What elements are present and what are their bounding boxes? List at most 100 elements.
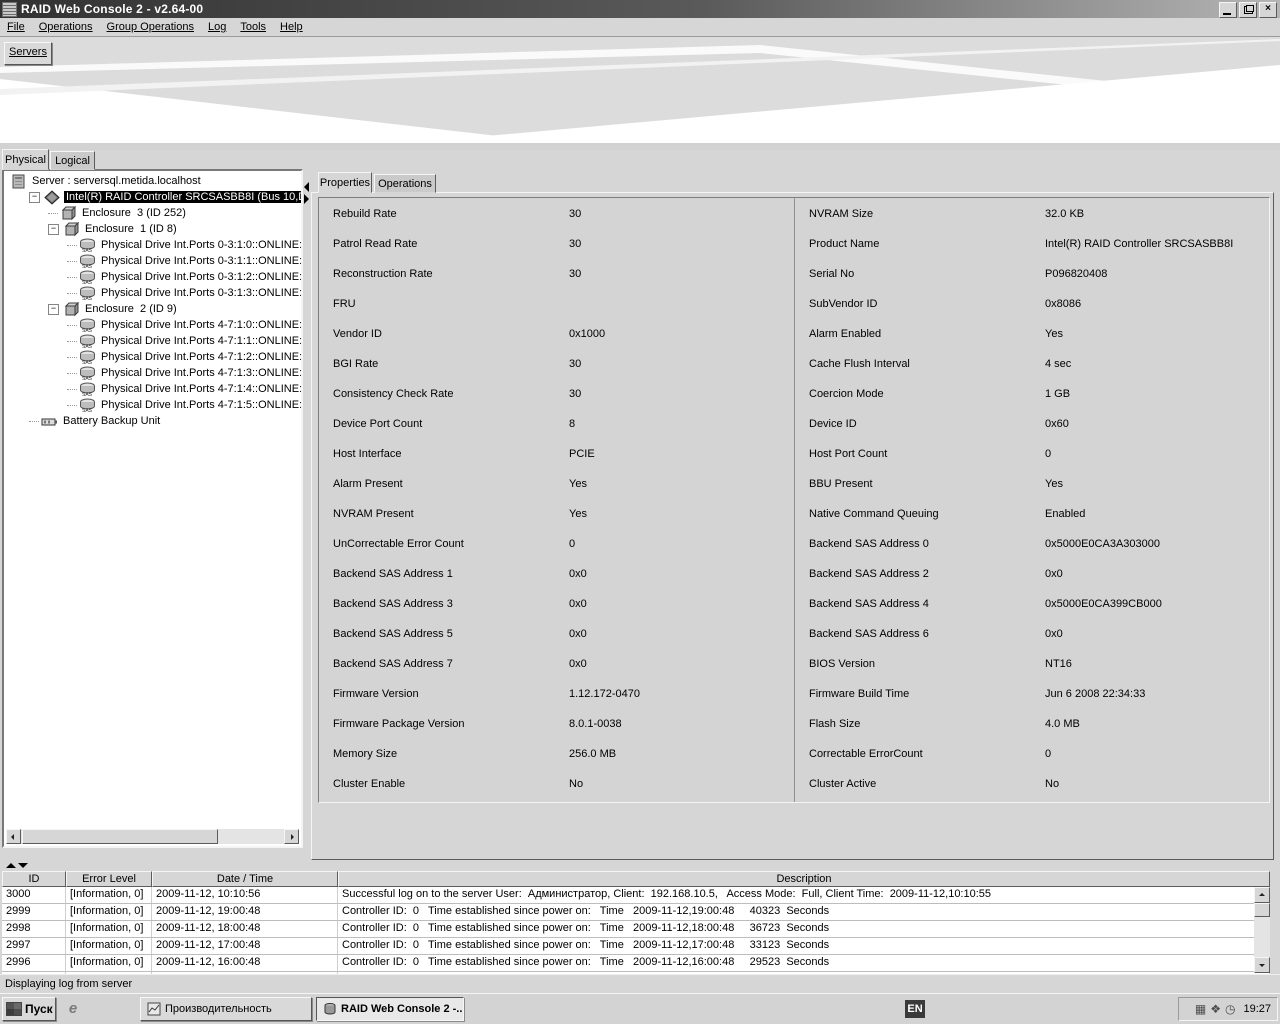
tree-item[interactable]: SASPhysical Drive Int.Ports 0-3:1:2::ONL…	[4, 269, 301, 285]
tree-connector-line	[48, 213, 58, 214]
tree-item[interactable]: Enclosure 3 (ID 252)	[4, 205, 301, 221]
log-header-row: IDError LevelDate / TimeDescription	[2, 871, 1270, 887]
tab-logical[interactable]: Logical	[50, 151, 95, 170]
scroll-down-button[interactable]	[1254, 957, 1270, 973]
tree-item-label[interactable]: Physical Drive Int.Ports 4-7:1:2::ONLINE…	[99, 351, 301, 363]
log-column-header-id[interactable]: ID	[2, 871, 66, 887]
tree-item[interactable]: SASPhysical Drive Int.Ports 0-3:1:3::ONL…	[4, 285, 301, 301]
tree-item[interactable]: − Enclosure 2 (ID 9)	[4, 301, 301, 317]
menu-item-help[interactable]: Help	[273, 19, 310, 35]
language-indicator[interactable]: EN	[905, 1000, 925, 1018]
tree-item-label[interactable]: Intel(R) RAID Controller SRCSASBB8I (Bus…	[64, 191, 301, 203]
tree-collapse-icon[interactable]: −	[48, 224, 59, 235]
property-value: Yes	[569, 508, 587, 520]
tree-item[interactable]: − Intel(R) RAID Controller SRCSASBB8I (Bu…	[4, 189, 301, 205]
log-row[interactable]: 2998[Information, 0]2009-11-12, 18:00:48…	[2, 921, 1270, 938]
tree-item[interactable]: SASPhysical Drive Int.Ports 0-3:1:0::ONL…	[4, 237, 301, 253]
tray-display-icon[interactable]: ▦	[1195, 1003, 1206, 1015]
start-button[interactable]: Пуск	[2, 997, 56, 1021]
tree-item-label[interactable]: Enclosure 3 (ID 252)	[80, 207, 188, 219]
clock[interactable]: 19:27	[1243, 1003, 1271, 1015]
tree-item-label[interactable]: Physical Drive Int.Ports 4-7:1:5::ONLINE…	[99, 399, 301, 411]
scroll-left-button[interactable]	[6, 829, 21, 844]
tree-item-label[interactable]: Physical Drive Int.Ports 4-7:1:3::ONLINE…	[99, 367, 301, 379]
menu-item-tools[interactable]: Tools	[233, 19, 273, 35]
log-row[interactable]: 2999[Information, 0]2009-11-12, 19:00:48…	[2, 904, 1270, 921]
property-label: Backend SAS Address 2	[809, 568, 929, 580]
property-row: BIOS VersionNT16	[795, 648, 1270, 678]
property-row: Backend SAS Address 40x5000E0CA399CB000	[795, 588, 1270, 618]
task-button-2[interactable]: RAID Web Console 2 -...	[316, 997, 464, 1021]
task-button-1[interactable]: Производительность	[140, 997, 312, 1021]
log-cell: 3000	[2, 887, 66, 903]
tree-item[interactable]: SASPhysical Drive Int.Ports 4-7:1:0::ONL…	[4, 317, 301, 333]
log-row[interactable]: 2996[Information, 0]2009-11-12, 16:00:48…	[2, 955, 1270, 972]
property-row: Firmware Version1.12.172-0470	[319, 678, 794, 708]
menu-item-operations[interactable]: Operations	[32, 19, 100, 35]
close-button[interactable]: ×	[1259, 2, 1277, 18]
tab-properties[interactable]: Properties	[318, 172, 372, 193]
tree-item[interactable]: SASPhysical Drive Int.Ports 4-7:1:2::ONL…	[4, 349, 301, 365]
tree-item[interactable]: SASPhysical Drive Int.Ports 0-3:1:1::ONL…	[4, 253, 301, 269]
tray-utility-icon[interactable]: ❖	[1210, 1003, 1221, 1015]
property-row: Vendor ID0x1000	[319, 318, 794, 348]
splitter-collapse-left-icon[interactable]	[304, 182, 309, 192]
scroll-up-button[interactable]	[1254, 887, 1270, 903]
log-row[interactable]: 3000[Information, 0]2009-11-12, 10:10:56…	[2, 887, 1270, 904]
splitter-expand-down-icon[interactable]	[18, 863, 28, 868]
log-vertical-scrollbar[interactable]	[1254, 887, 1270, 973]
tree-item-label[interactable]: Physical Drive Int.Ports 0-3:1:0::ONLINE…	[99, 239, 301, 251]
tab-operations[interactable]: Operations	[374, 174, 436, 193]
log-row[interactable]: 2997[Information, 0]2009-11-12, 17:00:48…	[2, 938, 1270, 955]
tray-scheduler-icon[interactable]: ◷	[1225, 1003, 1235, 1015]
tree-item[interactable]: SASPhysical Drive Int.Ports 4-7:1:5::ONL…	[4, 397, 301, 413]
tree-item[interactable]: SASPhysical Drive Int.Ports 4-7:1:1::ONL…	[4, 333, 301, 349]
tree-item[interactable]: Server : serversql.metida.localhost	[4, 173, 301, 189]
property-label: Backend SAS Address 7	[333, 658, 453, 670]
minimize-button[interactable]	[1219, 2, 1237, 18]
internet-explorer-icon[interactable]: e	[64, 1000, 82, 1018]
tree-item[interactable]: Battery Backup Unit	[4, 413, 301, 429]
tree-collapse-icon[interactable]: −	[48, 304, 59, 315]
property-value: 0x0	[1045, 568, 1063, 580]
tree-collapse-icon[interactable]: −	[29, 192, 40, 203]
log-column-header-error-level[interactable]: Error Level	[66, 871, 152, 887]
scroll-right-button[interactable]	[284, 829, 299, 844]
restore-button[interactable]	[1239, 2, 1257, 18]
minimize-icon	[1223, 13, 1231, 15]
tree-horizontal-scrollbar[interactable]	[6, 829, 299, 844]
properties-column-left: Rebuild Rate30Patrol Read Rate30Reconstr…	[319, 198, 794, 802]
log-column-header-date-time[interactable]: Date / Time	[152, 871, 338, 887]
tree-item-label[interactable]: Enclosure 1 (ID 8)	[83, 223, 179, 235]
tree-item-label[interactable]: Physical Drive Int.Ports 0-3:1:2::ONLINE…	[99, 271, 301, 283]
tree-item-label[interactable]: Physical Drive Int.Ports 0-3:1:1::ONLINE…	[99, 255, 301, 267]
tab-physical[interactable]: Physical	[2, 149, 49, 170]
log-cell: 2009-11-12, 18:00:48	[152, 921, 338, 937]
scroll-thumb[interactable]	[1254, 903, 1270, 917]
tree-item[interactable]: SASPhysical Drive Int.Ports 4-7:1:4::ONL…	[4, 381, 301, 397]
tree-item-label[interactable]: Enclosure 2 (ID 9)	[83, 303, 179, 315]
menu-item-log[interactable]: Log	[201, 19, 233, 35]
tree-item-label[interactable]: Physical Drive Int.Ports 4-7:1:0::ONLINE…	[99, 319, 301, 331]
tree-item-label[interactable]: Physical Drive Int.Ports 4-7:1:4::ONLINE…	[99, 383, 301, 395]
property-label: Memory Size	[333, 748, 397, 760]
servers-button[interactable]: Servers	[4, 42, 52, 65]
scroll-thumb[interactable]	[22, 829, 218, 844]
log-column-header-description[interactable]: Description	[338, 871, 1270, 887]
tree-item-label[interactable]: Physical Drive Int.Ports 0-3:1:3::ONLINE…	[99, 287, 301, 299]
splitter-expand-right-icon[interactable]	[304, 194, 309, 204]
vertical-splitter[interactable]	[303, 180, 311, 210]
tree-item[interactable]: − Enclosure 1 (ID 8)	[4, 221, 301, 237]
menu-item-file[interactable]: File	[0, 19, 32, 35]
menu-item-group-operations[interactable]: Group Operations	[100, 19, 201, 35]
property-row: Rebuild Rate30	[319, 198, 794, 228]
property-label: Alarm Enabled	[809, 328, 881, 340]
property-row: Cluster EnableNo	[319, 768, 794, 798]
splitter-collapse-up-icon[interactable]	[6, 863, 16, 868]
tree-item[interactable]: SASPhysical Drive Int.Ports 4-7:1:3::ONL…	[4, 365, 301, 381]
tree-item-label[interactable]: Battery Backup Unit	[61, 415, 162, 427]
log-cell: 2998	[2, 921, 66, 937]
tree-item-label[interactable]: Server : serversql.metida.localhost	[30, 175, 203, 187]
property-row: Reconstruction Rate30	[319, 258, 794, 288]
tree-item-label[interactable]: Physical Drive Int.Ports 4-7:1:1::ONLINE…	[99, 335, 301, 347]
